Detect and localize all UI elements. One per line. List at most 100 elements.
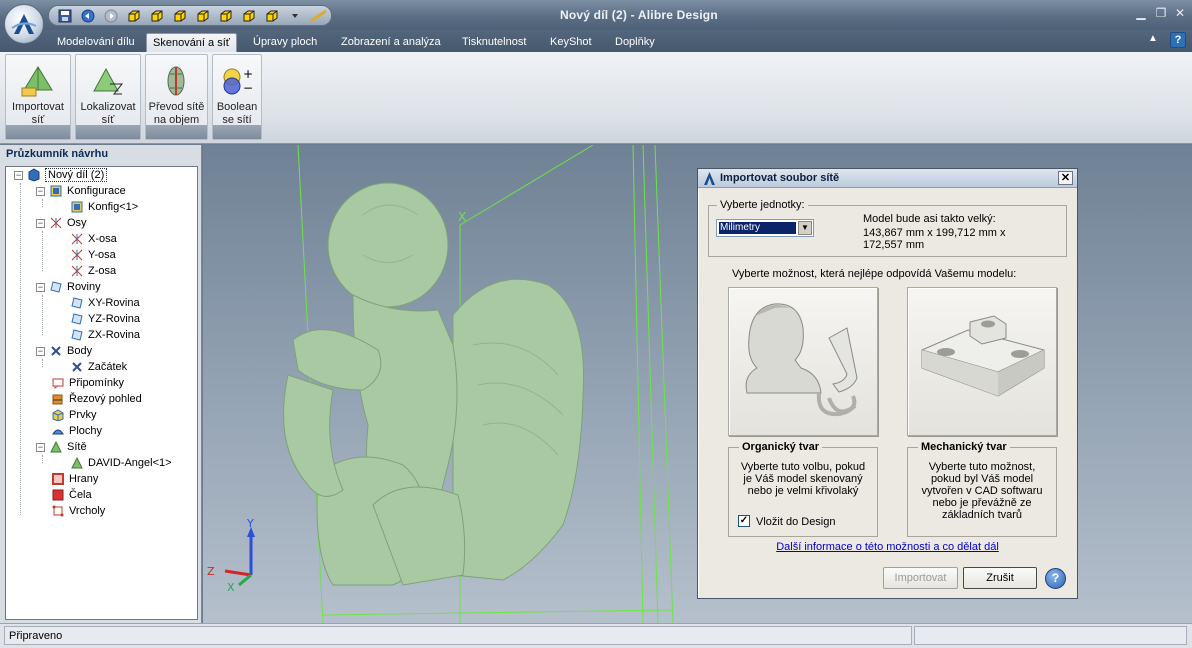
tree-item-cela[interactable]: Čela: [51, 487, 92, 503]
view-cube-3-icon[interactable]: [172, 8, 188, 24]
status-panel-right: [914, 626, 1187, 645]
application-menu-button[interactable]: [4, 4, 44, 44]
close-icon[interactable]: ✕: [1172, 6, 1188, 20]
tree-item-yz-rovina[interactable]: YZ-Rovina: [70, 311, 140, 327]
view-cube-4-icon[interactable]: [195, 8, 211, 24]
tree-item-david-angel[interactable]: DAVID-Angel<1>: [70, 455, 172, 471]
save-icon[interactable]: [57, 8, 73, 24]
tab-upravy-ploch[interactable]: Úpravy ploch: [247, 33, 323, 52]
import-mesh-icon: [6, 61, 70, 101]
customize-dropdown-icon[interactable]: [287, 8, 303, 24]
tree-item-plochy[interactable]: Plochy: [51, 423, 102, 439]
tree-root[interactable]: − Nový díl (2): [14, 167, 108, 183]
tab-keyshot[interactable]: KeyShot: [544, 33, 598, 52]
ribbon-minimize-icon[interactable]: ▲: [1148, 33, 1158, 44]
undo-icon[interactable]: [80, 8, 96, 24]
view-cube-5-icon[interactable]: [218, 8, 234, 24]
tree-item-hrany[interactable]: Hrany: [51, 471, 98, 487]
dialog-close-button[interactable]: ✕: [1058, 171, 1073, 185]
mechanical-shape-image: [921, 315, 1045, 397]
chevron-down-icon[interactable]: ▼: [798, 221, 812, 235]
units-select[interactable]: Milimetry ▼: [716, 219, 814, 237]
tree-item-konfigurace[interactable]: − Konfigurace: [36, 183, 126, 199]
tree-item-body[interactable]: − Body: [36, 343, 92, 359]
insert-into-design-checkbox[interactable]: ✓: [738, 515, 750, 527]
quick-access-toolbar: [48, 5, 332, 26]
tree-item-xy-rovina[interactable]: XY-Rovina: [70, 295, 140, 311]
insert-into-design-label[interactable]: Vložit do Design: [756, 516, 836, 528]
ruler-icon[interactable]: [310, 8, 326, 24]
mechanical-shape-option[interactable]: [907, 287, 1057, 436]
mechanical-description-box: Mechanický tvar Vyberte tuto možnost, po…: [907, 441, 1057, 537]
mesh-icon: [49, 440, 63, 454]
title-bar: Nový díl (2) - Alibre Design ▁ ❐ ✕: [0, 0, 1192, 30]
axis-icon: [70, 232, 84, 246]
edges-icon: [51, 472, 65, 486]
tree-item-prvky[interactable]: Prvky: [51, 407, 97, 423]
boolean-with-mesh-button[interactable]: + − Boolean se sítí: [212, 54, 262, 140]
mesh-icon: [70, 456, 84, 470]
tree-item-osy[interactable]: − Osy: [36, 215, 87, 231]
faces-icon: [51, 488, 65, 502]
choose-option-text: Vyberte možnost, která nejlépe odpovídá …: [732, 268, 1017, 280]
view-cube-6-icon[interactable]: [241, 8, 257, 24]
tab-doplnky[interactable]: Doplňky: [609, 33, 661, 52]
part-icon: [27, 168, 41, 182]
plane-icon: [70, 312, 84, 326]
view-cube-7-icon[interactable]: [264, 8, 280, 24]
cancel-button[interactable]: Zrušit: [963, 567, 1037, 589]
tree-item-site[interactable]: − Sítě: [36, 439, 87, 455]
import-mesh-button[interactable]: Importovat síť: [5, 54, 71, 140]
tab-zobrazeni-a-analyza[interactable]: Zobrazení a analýza: [335, 33, 447, 52]
tree-item-roviny[interactable]: − Roviny: [36, 279, 101, 295]
view-cube-2-icon[interactable]: [149, 8, 165, 24]
tree-item-pripominky[interactable]: Připomínky: [51, 375, 124, 391]
vertices-icon: [51, 504, 65, 518]
dialog-title-bar[interactable]: Importovat soubor sítě ✕: [698, 169, 1077, 188]
tree-item-zx-rovina[interactable]: ZX-Rovina: [70, 327, 140, 343]
dialog-title: Importovat soubor sítě: [720, 172, 840, 184]
ribbon-help-button[interactable]: ?: [1170, 32, 1186, 48]
size-value-2: 172,557 mm: [863, 239, 925, 251]
svg-text:Z: Z: [207, 565, 215, 578]
tab-modelovani-dilu[interactable]: Modelování dílu: [51, 33, 141, 52]
tree-item-vrcholy[interactable]: Vrcholy: [51, 503, 105, 519]
svg-text:+: +: [243, 67, 253, 81]
import-button[interactable]: Importovat: [883, 567, 958, 589]
svg-text:X: X: [227, 581, 235, 594]
tree-item-z-osa[interactable]: Z-osa: [70, 263, 116, 279]
boolean-mesh-icon: + −: [213, 61, 261, 101]
status-text: Připraveno: [4, 626, 912, 645]
tab-skenovani-a-sit[interactable]: Skenování a síť: [146, 33, 237, 52]
tree-item-rezovy-pohled[interactable]: Řezový pohled: [51, 391, 142, 407]
plane-icon: [70, 328, 84, 342]
design-explorer-panel: Průzkumník návrhu − Nový díl (2) − Konfi…: [0, 145, 202, 623]
angel-mesh[interactable]: [283, 182, 585, 586]
organic-shape-option[interactable]: [728, 287, 878, 436]
size-label: Model bude asi takto velký:: [863, 213, 996, 225]
annotations-icon: [51, 376, 65, 390]
window-title: Nový díl (2) - Alibre Design: [560, 8, 718, 22]
tab-tisknutelnost[interactable]: Tisknutelnost: [456, 33, 532, 52]
mesh-to-solid-button[interactable]: Převod sítě na objem: [145, 54, 208, 140]
configuration-icon: [49, 184, 63, 198]
tree-item-y-osa[interactable]: Y-osa: [70, 247, 116, 263]
panel-title: Průzkumník návrhu: [6, 148, 109, 160]
redo-icon[interactable]: [103, 8, 119, 24]
origin-icon: [70, 360, 84, 374]
axis-icon: [70, 248, 84, 262]
svg-text:−: −: [243, 81, 253, 95]
ribbon-panel: Importovat síť Lokalizovat síť Převod sí…: [0, 52, 1192, 144]
help-icon[interactable]: ?: [1045, 568, 1066, 589]
tree-item-x-osa[interactable]: X-osa: [70, 231, 117, 247]
view-cube-1-icon[interactable]: [126, 8, 142, 24]
more-info-link[interactable]: Další informace o této možnosti a co děl…: [698, 541, 1077, 553]
tree-item-konfig1[interactable]: Konfig<1>: [70, 199, 138, 215]
axes-icon: [49, 216, 63, 230]
svg-text:Y: Y: [246, 517, 254, 530]
maximize-icon[interactable]: ❐: [1153, 6, 1169, 20]
locate-mesh-button[interactable]: Lokalizovat síť: [75, 54, 141, 140]
features-icon: [51, 408, 65, 422]
minimize-icon[interactable]: ▁: [1133, 6, 1149, 20]
tree-item-zacatek[interactable]: Začátek: [70, 359, 127, 375]
